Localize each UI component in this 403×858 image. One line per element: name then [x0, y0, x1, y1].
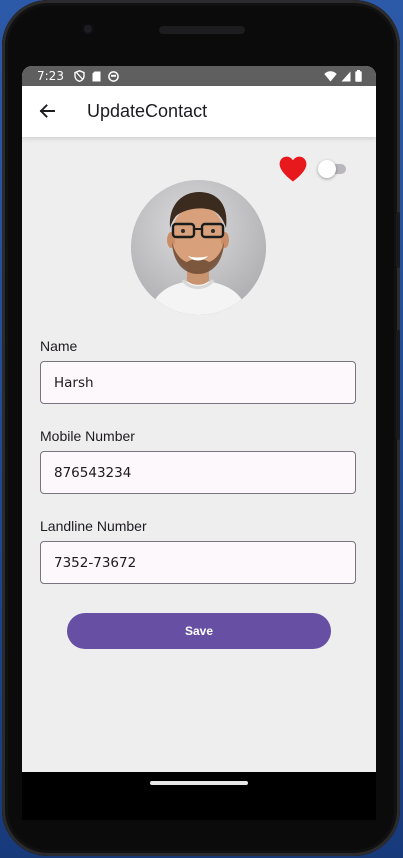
- app-screen: 7:23 UpdateContact Name Harsh Mobile Num…: [22, 66, 376, 772]
- status-icons-left: [74, 70, 119, 82]
- emoji-icon: [108, 70, 119, 82]
- battery-icon: [355, 70, 362, 82]
- status-icons-right: [324, 70, 362, 82]
- front-camera: [82, 23, 94, 35]
- power-button: [396, 330, 400, 440]
- home-gesture-handle[interactable]: [150, 781, 248, 785]
- status-time: 7:23: [37, 69, 64, 83]
- back-button[interactable]: [34, 98, 60, 124]
- shield-icon: [74, 70, 85, 82]
- name-input[interactable]: [40, 361, 356, 404]
- landline-number-label: Landline Number: [40, 518, 147, 534]
- wifi-icon: [324, 70, 337, 81]
- sd-card-icon: [92, 71, 101, 81]
- save-button[interactable]: Save: [67, 613, 331, 649]
- favorite-button[interactable]: [278, 155, 308, 183]
- top-app-bar: UpdateContact: [22, 86, 376, 137]
- name-label: Name: [40, 338, 78, 354]
- favorite-switch[interactable]: [318, 160, 348, 178]
- mobile-number-input[interactable]: [40, 451, 356, 494]
- contact-photo[interactable]: [131, 180, 266, 315]
- page-title: UpdateContact: [87, 101, 208, 121]
- volume-button: [396, 212, 400, 268]
- device-background: 7:23 UpdateContact Name Harsh Mobile Num…: [0, 0, 403, 858]
- arrow-back-icon: [39, 104, 55, 118]
- system-navigation-bar: [22, 772, 376, 820]
- earpiece-speaker: [159, 26, 245, 34]
- landline-number-input[interactable]: [40, 541, 356, 584]
- profile-photo: [131, 180, 266, 315]
- heart-icon: [279, 156, 307, 182]
- mobile-number-label: Mobile Number: [40, 428, 135, 444]
- status-bar: 7:23: [22, 66, 376, 86]
- signal-icon: [341, 71, 351, 81]
- switch-thumb: [318, 160, 336, 178]
